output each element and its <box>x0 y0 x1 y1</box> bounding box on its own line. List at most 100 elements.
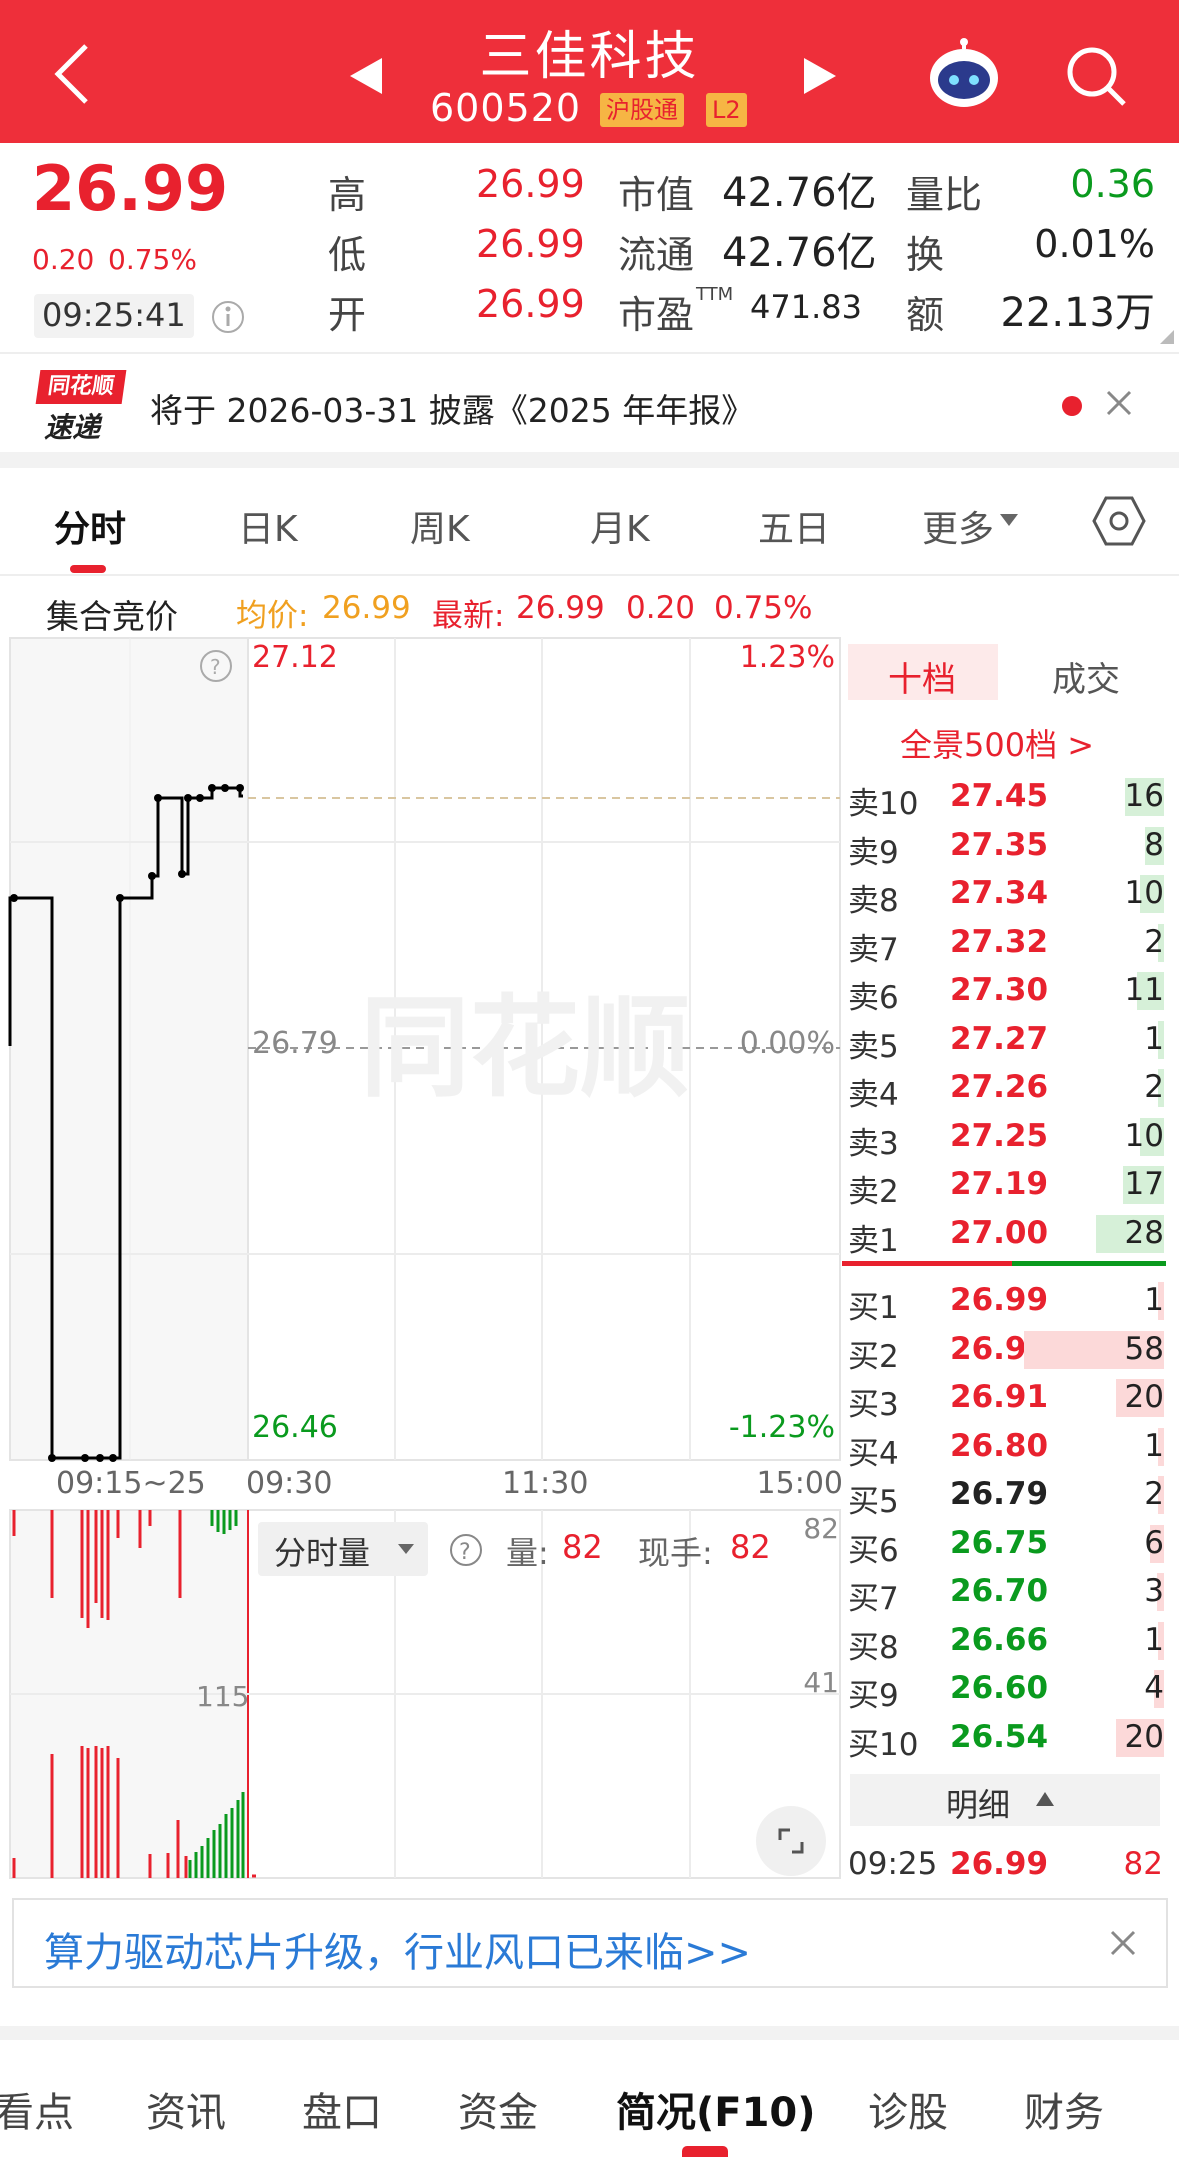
level-volume: 1 <box>1144 1427 1164 1464</box>
level-volume: 10 <box>1124 875 1164 911</box>
bid-row[interactable]: 买7 26.70 3 <box>848 1569 1164 1617</box>
level-price: 26.66 <box>950 1621 1049 1658</box>
tab-highlights[interactable]: 看点 <box>0 2080 74 2138</box>
level-price: 27.45 <box>950 778 1049 814</box>
y-mid-pct: 0.00% <box>739 1026 835 1061</box>
expand-corner-icon[interactable] <box>1160 330 1174 344</box>
level-volume: 20 <box>1124 1718 1164 1755</box>
current-hand-label: 现手: <box>638 1534 713 1572</box>
tab-weekly[interactable]: 周K <box>410 500 470 552</box>
ask-row[interactable]: 卖5 27.27 1 <box>848 1017 1164 1065</box>
bid-row[interactable]: 买2 26.93 58 <box>848 1327 1164 1375</box>
pe-value: 471.83 <box>750 288 862 326</box>
chart-change-pct: 0.75% <box>714 590 813 626</box>
level-volume: 1 <box>1144 1282 1164 1318</box>
quote-time: 09:25:41 <box>34 294 194 338</box>
divider <box>0 574 1179 576</box>
search-icon[interactable] <box>1064 44 1128 108</box>
level-label: 买2 <box>848 1338 899 1375</box>
mcap-label: 市值 <box>618 173 695 217</box>
bid-row[interactable]: 买4 26.80 1 <box>848 1424 1164 1472</box>
tab-profile-f10[interactable]: 简况(F10) <box>616 2080 816 2138</box>
level-volume: 6 <box>1144 1524 1164 1561</box>
ask-row[interactable]: 卖3 27.25 10 <box>848 1114 1164 1162</box>
bid-row[interactable]: 买5 26.79 2 <box>848 1472 1164 1520</box>
tab-daily[interactable]: 日K <box>238 500 298 552</box>
bid-row[interactable]: 买3 26.91 20 <box>848 1375 1164 1423</box>
bid-row[interactable]: 买9 26.60 4 <box>848 1666 1164 1714</box>
intraday-chart[interactable]: 同花顺 ? <box>0 636 845 1526</box>
level-volume: 2 <box>1144 923 1164 960</box>
tab-financials[interactable]: 财务 <box>1024 2080 1104 2138</box>
promo-banner[interactable]: 算力驱动芯片升级，行业风口已来临>> <box>12 1898 1168 1988</box>
tab-capital[interactable]: 资金 <box>458 2080 538 2138</box>
ask-row[interactable]: 卖2 27.19 17 <box>848 1162 1164 1210</box>
ask-row[interactable]: 卖7 27.32 2 <box>848 920 1164 968</box>
full-depth-link[interactable]: 全景500档 > <box>900 720 1094 766</box>
news-logo-top: 同花顺 <box>35 370 127 404</box>
level-price: 27.32 <box>950 923 1049 960</box>
level-price: 27.25 <box>950 1117 1049 1154</box>
level-price: 27.27 <box>950 1020 1049 1057</box>
level-label: 买3 <box>848 1387 899 1423</box>
help-icon[interactable]: ? <box>448 1532 484 1568</box>
close-icon[interactable] <box>1108 1928 1138 1958</box>
tab-trades[interactable]: 成交 <box>1052 652 1120 701</box>
next-stock-icon[interactable] <box>802 56 838 96</box>
tick-time: 09:25 <box>848 1846 938 1882</box>
svg-text:?: ? <box>459 1540 471 1565</box>
chart-change: 0.20 <box>626 590 696 626</box>
level-label: 卖5 <box>848 1028 899 1065</box>
level-price: 27.35 <box>950 826 1049 863</box>
y-bottom-price: 26.46 <box>252 1410 338 1445</box>
ask-row[interactable]: 卖9 27.35 8 <box>848 823 1164 871</box>
last-value: 26.99 <box>516 590 605 626</box>
level-label: 卖8 <box>848 883 899 919</box>
tab-diagnosis[interactable]: 诊股 <box>868 2080 948 2138</box>
level-price: 27.19 <box>950 1166 1049 1202</box>
turnover-value: 0.01% <box>1034 222 1155 266</box>
settings-hexagon-icon[interactable] <box>1092 494 1146 548</box>
detail-label: 明细 <box>946 1786 1011 1824</box>
tab-more[interactable]: 更多 <box>922 500 994 552</box>
y-bottom-pct: -1.23% <box>728 1410 835 1445</box>
ask-row[interactable]: 卖4 27.26 2 <box>848 1065 1164 1113</box>
high-value: 26.99 <box>476 162 585 206</box>
level-label: 买1 <box>848 1290 899 1326</box>
float-value: 42.76亿 <box>722 230 877 276</box>
news-bar[interactable]: 同花顺 速递 将于 2026-03-31 披露《2025 年年报》 <box>0 356 1179 452</box>
divider <box>0 352 1179 354</box>
x-mid-label: 11:30 <box>502 1466 589 1501</box>
bid-row[interactable]: 买8 26.66 1 <box>848 1618 1164 1666</box>
tab-intraday[interactable]: 分时 <box>54 500 126 552</box>
fullscreen-button[interactable] <box>756 1806 826 1876</box>
x-open-label: 09:30 <box>246 1466 333 1501</box>
ask-row[interactable]: 卖10 27.45 16 <box>848 774 1164 822</box>
tab-five-day[interactable]: 五日 <box>758 500 830 552</box>
ask-row[interactable]: 卖1 27.00 28 <box>848 1211 1164 1259</box>
avg-label: 均价: <box>236 598 309 634</box>
ask-row[interactable]: 卖6 27.30 11 <box>848 968 1164 1016</box>
robot-assistant-icon[interactable] <box>926 38 1002 110</box>
tab-monthly[interactable]: 月K <box>590 500 650 552</box>
volume-ratio-value: 0.36 <box>1070 162 1155 206</box>
bid-row[interactable]: 买6 26.75 6 <box>848 1521 1164 1569</box>
level-price: 27.00 <box>950 1214 1049 1251</box>
info-icon[interactable] <box>210 299 246 335</box>
avg-value: 26.99 <box>322 590 411 626</box>
level-label: 卖9 <box>848 834 899 871</box>
bid-row[interactable]: 买10 26.54 20 <box>848 1715 1164 1763</box>
level-price: 26.80 <box>950 1427 1049 1464</box>
tab-news[interactable]: 资讯 <box>146 2080 226 2138</box>
ask-row[interactable]: 卖8 27.34 10 <box>848 871 1164 919</box>
unread-dot <box>1062 396 1082 416</box>
close-icon[interactable] <box>1104 388 1134 418</box>
y-top-price: 27.12 <box>252 640 338 675</box>
level-volume: 8 <box>1144 826 1164 863</box>
bid-row[interactable]: 买1 26.99 1 <box>848 1278 1164 1326</box>
level-label: 买7 <box>848 1581 899 1617</box>
fullscreen-icon <box>778 1828 804 1854</box>
tab-order-book[interactable]: 盘口 <box>302 2080 382 2138</box>
level-price: 26.70 <box>950 1573 1049 1609</box>
change-percent: 0.75% <box>108 243 197 276</box>
